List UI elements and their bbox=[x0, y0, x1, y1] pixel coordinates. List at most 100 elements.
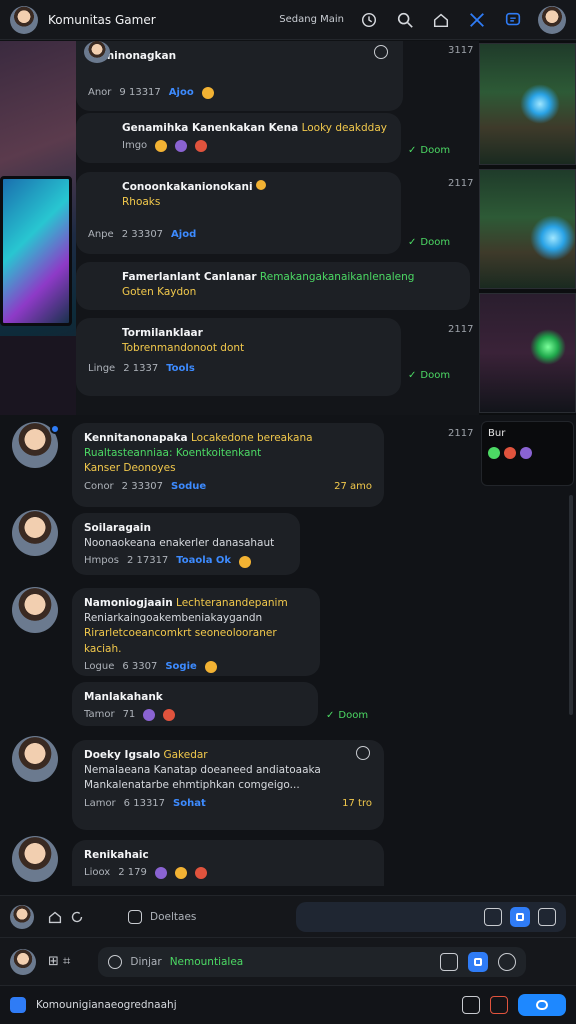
author-tag: Locakedone bereakana bbox=[191, 432, 313, 444]
grid-icon[interactable]: ⊞ ⌗ bbox=[48, 954, 70, 969]
attach-icon[interactable] bbox=[484, 907, 502, 926]
status-label: ✓ Doom bbox=[408, 370, 451, 381]
message-avatar[interactable] bbox=[12, 510, 58, 556]
message-author: Doeky Igsalo bbox=[84, 749, 161, 761]
message-text: Kanser Deonoyes bbox=[84, 462, 176, 475]
home-icon[interactable] bbox=[430, 9, 452, 31]
background-image-room bbox=[0, 41, 76, 415]
message-avatar[interactable] bbox=[12, 836, 58, 882]
meta-num: 71 bbox=[122, 709, 136, 721]
emoji-icon[interactable] bbox=[175, 140, 188, 153]
input-placeholder: Doeltaes bbox=[150, 910, 197, 923]
status-dot bbox=[520, 447, 532, 459]
meta-num: 2 17317 bbox=[126, 555, 169, 567]
message-bubble[interactable]: Tormilanklaar Tobrenmandonoot dont Linge… bbox=[76, 318, 401, 396]
meta-tag: Sogie bbox=[165, 660, 197, 672]
info-icon[interactable] bbox=[374, 45, 388, 59]
bottom-text: Komounigianaeogrednaahj bbox=[36, 999, 177, 1011]
meta-num: 2 33307 bbox=[121, 480, 164, 492]
emoji-icon[interactable] bbox=[155, 140, 168, 153]
emoji-icon[interactable] bbox=[195, 140, 208, 153]
image-icon[interactable] bbox=[440, 952, 459, 971]
emoji-icon[interactable] bbox=[163, 709, 176, 722]
message-bubble[interactable]: Manlakahank Tamor 71 bbox=[72, 682, 318, 726]
clock-icon[interactable] bbox=[358, 9, 380, 31]
profile-avatar[interactable] bbox=[538, 5, 566, 34]
message-avatar[interactable] bbox=[12, 587, 58, 633]
search-input[interactable]: Doeltaes bbox=[118, 902, 278, 932]
message-bubble[interactable]: Renikahaic Lioox 2 179 bbox=[72, 840, 384, 886]
meta-num: 9 13317 bbox=[119, 87, 161, 99]
message-time: 3117 bbox=[448, 45, 474, 56]
emoji-icon[interactable] bbox=[154, 867, 167, 880]
emoji-icon[interactable] bbox=[108, 954, 123, 969]
message-input[interactable] bbox=[296, 901, 566, 932]
emoji-icon[interactable] bbox=[174, 867, 187, 880]
meta-num: 2 1337 bbox=[123, 363, 159, 375]
message-bubble[interactable]: Conoonkakanionokani Rhoaks Anpe 2 33307 … bbox=[76, 172, 401, 254]
emoji-icon[interactable] bbox=[128, 909, 142, 924]
tv-icon[interactable] bbox=[462, 996, 480, 1014]
refresh-icon[interactable] bbox=[66, 906, 88, 928]
message-bubble[interactable]: Famerlanlant Canlanar Remakangakanaikanl… bbox=[76, 262, 470, 310]
status-label: ✓ Doom bbox=[408, 145, 451, 156]
voice-button[interactable] bbox=[518, 994, 566, 1016]
message-bubble[interactable]: Kaminonagkan Anor 9 13317 Ajoo bbox=[76, 41, 403, 111]
user-avatar[interactable] bbox=[10, 904, 34, 929]
game-tile-3[interactable] bbox=[479, 293, 576, 413]
game-tile-1[interactable] bbox=[479, 43, 576, 165]
message-text: Rhoaks bbox=[122, 196, 161, 209]
user-avatar[interactable] bbox=[10, 5, 38, 34]
swords-icon[interactable] bbox=[466, 9, 488, 31]
meta-left: Linge bbox=[88, 363, 116, 375]
emoji-icon[interactable] bbox=[239, 555, 252, 568]
meta-left: Anor bbox=[88, 87, 112, 99]
lock-icon[interactable] bbox=[10, 997, 26, 1013]
message-bubble[interactable]: Genamihka Kanenkakan Kena Looky deakdday… bbox=[76, 113, 401, 163]
send-button[interactable] bbox=[468, 951, 489, 972]
meta-num: 2 179 bbox=[118, 867, 147, 879]
user-avatar[interactable] bbox=[10, 948, 36, 975]
meta-left: Tamor bbox=[84, 709, 115, 721]
meta-left: Logue bbox=[84, 660, 115, 672]
scrollbar[interactable] bbox=[569, 495, 573, 715]
status-dot bbox=[504, 447, 516, 459]
emoji-icon[interactable] bbox=[194, 867, 207, 880]
input-placeholder: Dinjar bbox=[130, 955, 162, 968]
send-button[interactable] bbox=[510, 906, 530, 927]
meta-tag: Ajoo bbox=[168, 87, 194, 99]
search-icon[interactable] bbox=[394, 9, 416, 31]
message-bubble[interactable]: Doeky Igsalo Gakedar Nemalaeana Kanatap … bbox=[72, 740, 384, 830]
mini-game-panel[interactable]: Bur bbox=[481, 421, 574, 486]
badge-icon bbox=[50, 424, 60, 434]
message-bubble[interactable]: Kennitanonapaka Locakedone bereakana Rua… bbox=[72, 423, 384, 507]
status-label: ✓ Doom bbox=[408, 237, 451, 248]
info-icon[interactable] bbox=[356, 746, 370, 760]
game-tile-2[interactable] bbox=[479, 169, 576, 289]
record-icon[interactable] bbox=[490, 996, 508, 1014]
emoji-icon[interactable] bbox=[204, 661, 217, 674]
top-bar: Komunitas Gamer Sedang Main bbox=[0, 0, 576, 40]
meta-left: Conor bbox=[84, 480, 114, 492]
message-bubble[interactable]: Namoniogjaain Lechteranandepanim Reniark… bbox=[72, 588, 320, 676]
meta-time: 17 tro bbox=[342, 797, 372, 809]
message-author: Renikahaic bbox=[84, 849, 149, 861]
meta-tag: Ajod bbox=[171, 229, 197, 241]
emoji-icon[interactable] bbox=[143, 709, 156, 722]
message-bubble[interactable]: Soilaragain Noonaokeana enakerler danasa… bbox=[72, 513, 300, 575]
chat-icon[interactable] bbox=[502, 9, 524, 31]
sticker-icon[interactable] bbox=[498, 952, 517, 971]
message-input[interactable]: Dinjar Nemountialea bbox=[98, 946, 527, 977]
message-avatar[interactable] bbox=[84, 41, 110, 63]
expand-icon[interactable] bbox=[538, 907, 556, 926]
message-author: Famerlanlant Canlanar bbox=[122, 271, 257, 283]
mini-panel-title: Bur bbox=[488, 428, 506, 439]
meta-tag: Toaola Ok bbox=[176, 555, 232, 567]
message-avatar[interactable] bbox=[12, 736, 58, 782]
monitor-graphic bbox=[0, 176, 72, 326]
input-bar-1: Doeltaes bbox=[0, 895, 576, 937]
meta-num: 6 13317 bbox=[123, 797, 166, 809]
home-icon[interactable] bbox=[44, 906, 66, 928]
meta-tag: Tools bbox=[166, 363, 195, 375]
emoji-icon[interactable] bbox=[201, 87, 214, 100]
